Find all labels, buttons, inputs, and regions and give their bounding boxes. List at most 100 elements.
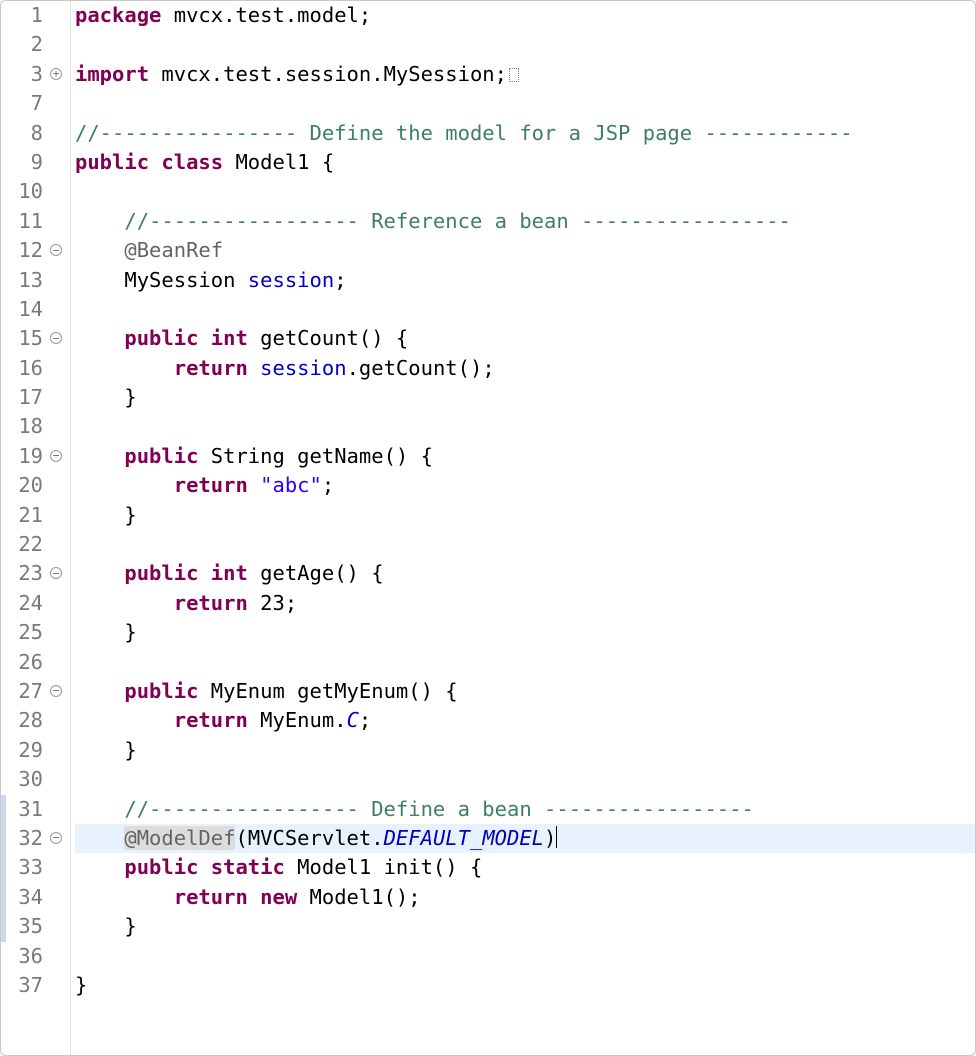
token-id: } [75, 973, 87, 997]
code-editor[interactable]: 1237891011121314151617181920212223242526… [0, 0, 976, 1056]
code-line[interactable]: return "abc"; [75, 471, 975, 500]
code-line[interactable] [75, 30, 975, 59]
code-text-area[interactable]: package mvcx.test.model; import mvcx.test… [71, 1, 975, 1055]
fold-collapse-icon[interactable]: − [50, 832, 62, 844]
code-line[interactable] [75, 765, 975, 794]
fold-cell [43, 736, 70, 765]
line-number: 34 [1, 883, 43, 912]
code-line[interactable]: } [75, 912, 975, 941]
token-id: } [75, 620, 137, 644]
line-number: 28 [1, 706, 43, 735]
fold-cell [43, 853, 70, 882]
token-id [75, 326, 124, 350]
token-id: mvcx.test.session.MySession; [161, 62, 507, 86]
token-kw: import [75, 62, 161, 86]
code-line[interactable]: return 23; [75, 589, 975, 618]
token-punct: ( [235, 826, 247, 850]
code-line[interactable] [75, 295, 975, 324]
line-number: 25 [1, 618, 43, 647]
fold-cell [43, 942, 70, 971]
fold-cell [43, 119, 70, 148]
code-line[interactable]: public MyEnum getMyEnum() { [75, 677, 975, 706]
code-line[interactable] [75, 177, 975, 206]
line-number: 32 [1, 824, 43, 853]
code-line[interactable] [75, 89, 975, 118]
code-line[interactable] [75, 648, 975, 677]
fold-cell: − [43, 824, 70, 853]
code-line[interactable] [75, 412, 975, 441]
change-marker [1, 883, 6, 912]
code-line[interactable]: //---------------- Define the model for … [75, 119, 975, 148]
fold-collapse-icon[interactable]: − [50, 450, 62, 462]
code-line[interactable]: } [75, 971, 975, 1000]
token-kw: return [174, 591, 260, 615]
token-kw: return new [174, 885, 310, 909]
code-line[interactable]: @BeanRef [75, 236, 975, 265]
line-number: 27 [1, 677, 43, 706]
line-number: 9 [1, 148, 43, 177]
code-line[interactable]: public int getAge() { [75, 559, 975, 588]
token-num: 23; [260, 591, 297, 615]
token-id: mvcx.test.model; [174, 3, 371, 27]
token-id [75, 444, 124, 468]
code-line[interactable]: import mvcx.test.session.MySession; [75, 60, 975, 89]
token-kw: return [174, 356, 260, 380]
line-number: 8 [1, 119, 43, 148]
code-line[interactable]: public int getCount() { [75, 324, 975, 353]
line-number: 15 [1, 324, 43, 353]
code-line[interactable]: } [75, 501, 975, 530]
fold-cell: − [43, 442, 70, 471]
code-line[interactable] [75, 942, 975, 971]
fold-collapse-icon[interactable]: − [50, 332, 62, 344]
token-id: String getName() { [211, 444, 433, 468]
fold-cell [43, 883, 70, 912]
code-line[interactable]: return MyEnum.C; [75, 706, 975, 735]
token-kw: public class [75, 150, 235, 174]
code-line[interactable] [75, 530, 975, 559]
line-number: 19 [1, 442, 43, 471]
line-number: 23 [1, 559, 43, 588]
line-number: 18 [1, 412, 43, 441]
code-line[interactable]: package mvcx.test.model; [75, 1, 975, 30]
line-number: 20 [1, 471, 43, 500]
code-line[interactable]: return session.getCount(); [75, 354, 975, 383]
line-number: 36 [1, 942, 43, 971]
code-line[interactable]: public class Model1 { [75, 148, 975, 177]
code-line[interactable]: @ModelDef(MVCServlet.DEFAULT_MODEL) [75, 824, 975, 853]
change-marker [1, 824, 6, 853]
fold-cell [43, 589, 70, 618]
line-number: 7 [1, 89, 43, 118]
code-line[interactable]: //----------------- Define a bean ------… [75, 795, 975, 824]
code-line[interactable]: return new Model1(); [75, 883, 975, 912]
fold-expand-icon[interactable]: + [50, 68, 62, 80]
line-number: 10 [1, 177, 43, 206]
fold-cell [43, 177, 70, 206]
token-id: MyEnum getMyEnum() { [211, 679, 458, 703]
code-line[interactable]: public static Model1 init() { [75, 853, 975, 882]
code-line[interactable]: } [75, 736, 975, 765]
token-id: getCount() { [260, 326, 408, 350]
code-line[interactable]: } [75, 383, 975, 412]
code-line[interactable]: MySession session; [75, 266, 975, 295]
fold-cell [43, 89, 70, 118]
token-id [75, 561, 124, 585]
token-id: getAge() { [260, 561, 383, 585]
token-id [75, 855, 124, 879]
fold-cell: − [43, 236, 70, 265]
line-number: 16 [1, 354, 43, 383]
token-id: } [75, 914, 137, 938]
code-line[interactable]: //----------------- Reference a bean ---… [75, 207, 975, 236]
fold-cell [43, 501, 70, 530]
code-line[interactable]: } [75, 618, 975, 647]
token-id [75, 356, 174, 380]
fold-collapse-icon[interactable]: − [50, 685, 62, 697]
fold-collapse-icon[interactable]: − [50, 244, 62, 256]
text-caret [556, 826, 557, 848]
token-id [75, 473, 174, 497]
line-number: 37 [1, 971, 43, 1000]
fold-collapse-icon[interactable]: − [50, 567, 62, 579]
token-staticF: DEFAULT_MODEL [384, 826, 544, 850]
collapsed-import-marker[interactable] [509, 68, 519, 82]
code-line[interactable]: public String getName() { [75, 442, 975, 471]
token-id: MVCServlet. [248, 826, 384, 850]
